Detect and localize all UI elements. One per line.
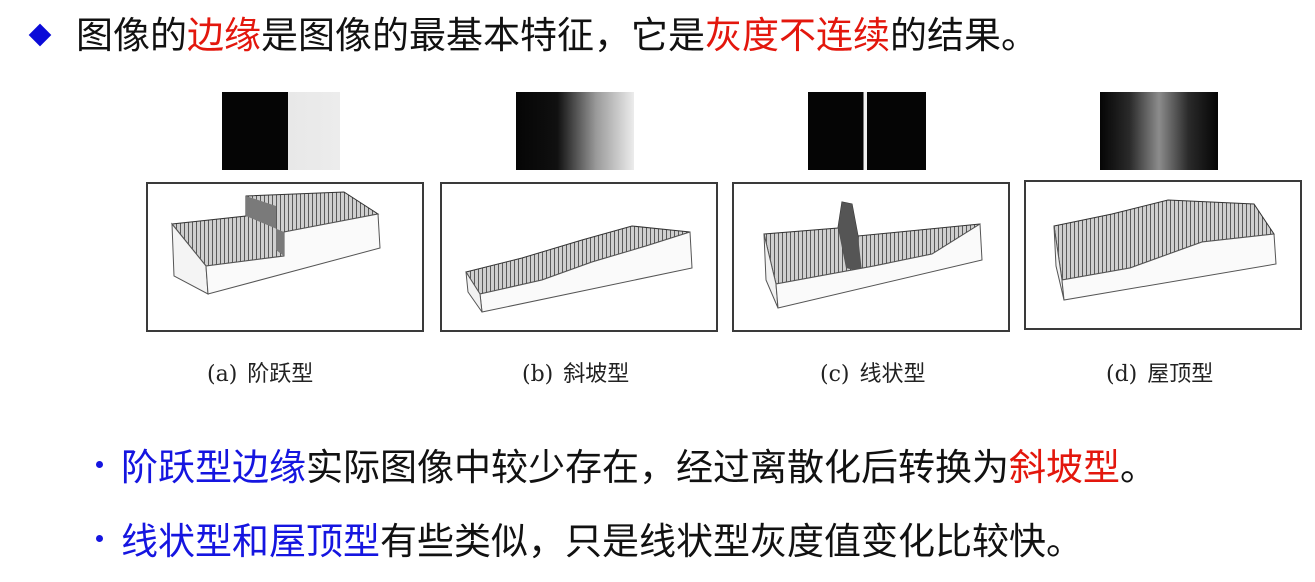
bullet-dot-icon <box>96 535 103 542</box>
panel-roof <box>1024 86 1314 336</box>
title-highlight-edge: 边缘 <box>187 14 261 57</box>
panel-step <box>146 86 436 336</box>
title-line: 图像的边缘是图像的最基本特征，它是灰度不连续的结果。 <box>26 8 1038 64</box>
bullet-2-highlight: 线状型和屋顶型 <box>121 520 380 563</box>
caption-ramp-name: 斜坡型 <box>563 362 630 387</box>
ramp-surface-graphic <box>465 225 693 313</box>
line-surface-plot <box>732 182 1010 332</box>
step-intensity-image <box>222 92 340 170</box>
bullet-1-text: 实际图像中较少存在，经过离散化后转换为 <box>306 446 1009 489</box>
bullet-1-red-highlight: 斜坡型 <box>1009 446 1120 489</box>
caption-line-letter: (c) <box>820 362 850 387</box>
diamond-bullet-icon <box>28 23 52 46</box>
bullet-item-step-edge: 阶跃型边缘实际图像中较少存在，经过离散化后转换为斜坡型。 <box>96 440 1157 496</box>
bullet-2-text: 有些类似，只是线状型灰度值变化比较快。 <box>380 520 1083 563</box>
title-text-1: 图像的 <box>76 14 187 57</box>
caption-line: (c) 线状型 <box>820 356 926 388</box>
caption-line-name: 线状型 <box>859 362 926 387</box>
panel-ramp <box>440 86 730 336</box>
caption-step: (a) 阶跃型 <box>207 356 313 388</box>
caption-ramp: (b) 斜坡型 <box>522 356 629 388</box>
bullet-dot-icon <box>96 461 103 468</box>
roof-surface-graphic <box>1053 199 1277 301</box>
line-surface-graphic <box>763 201 983 309</box>
caption-roof: (d) 屋顶型 <box>1106 356 1213 388</box>
title-text-3: 的结果。 <box>890 14 1038 57</box>
caption-step-letter: (a) <box>207 362 238 387</box>
bullet-1-end: 。 <box>1120 446 1157 489</box>
bullet-item-line-roof: 线状型和屋顶型有些类似，只是线状型灰度值变化比较快。 <box>96 514 1083 570</box>
step-surface-graphic <box>171 191 381 295</box>
caption-roof-letter: (d) <box>1106 362 1138 387</box>
ramp-intensity-image <box>516 92 634 170</box>
panel-line <box>732 86 1022 336</box>
title-highlight-discontinuity: 灰度不连续 <box>705 14 890 57</box>
ramp-surface-plot <box>440 182 718 332</box>
title-text-2: 是图像的最基本特征，它是 <box>261 14 705 57</box>
caption-step-name: 阶跃型 <box>247 362 314 387</box>
caption-roof-name: 屋顶型 <box>1147 362 1214 387</box>
roof-surface-plot <box>1024 180 1302 330</box>
caption-ramp-letter: (b) <box>522 362 554 387</box>
step-surface-plot <box>146 182 424 332</box>
line-intensity-image <box>808 92 926 170</box>
roof-intensity-image <box>1100 92 1218 170</box>
bullet-1-highlight: 阶跃型边缘 <box>121 446 306 489</box>
